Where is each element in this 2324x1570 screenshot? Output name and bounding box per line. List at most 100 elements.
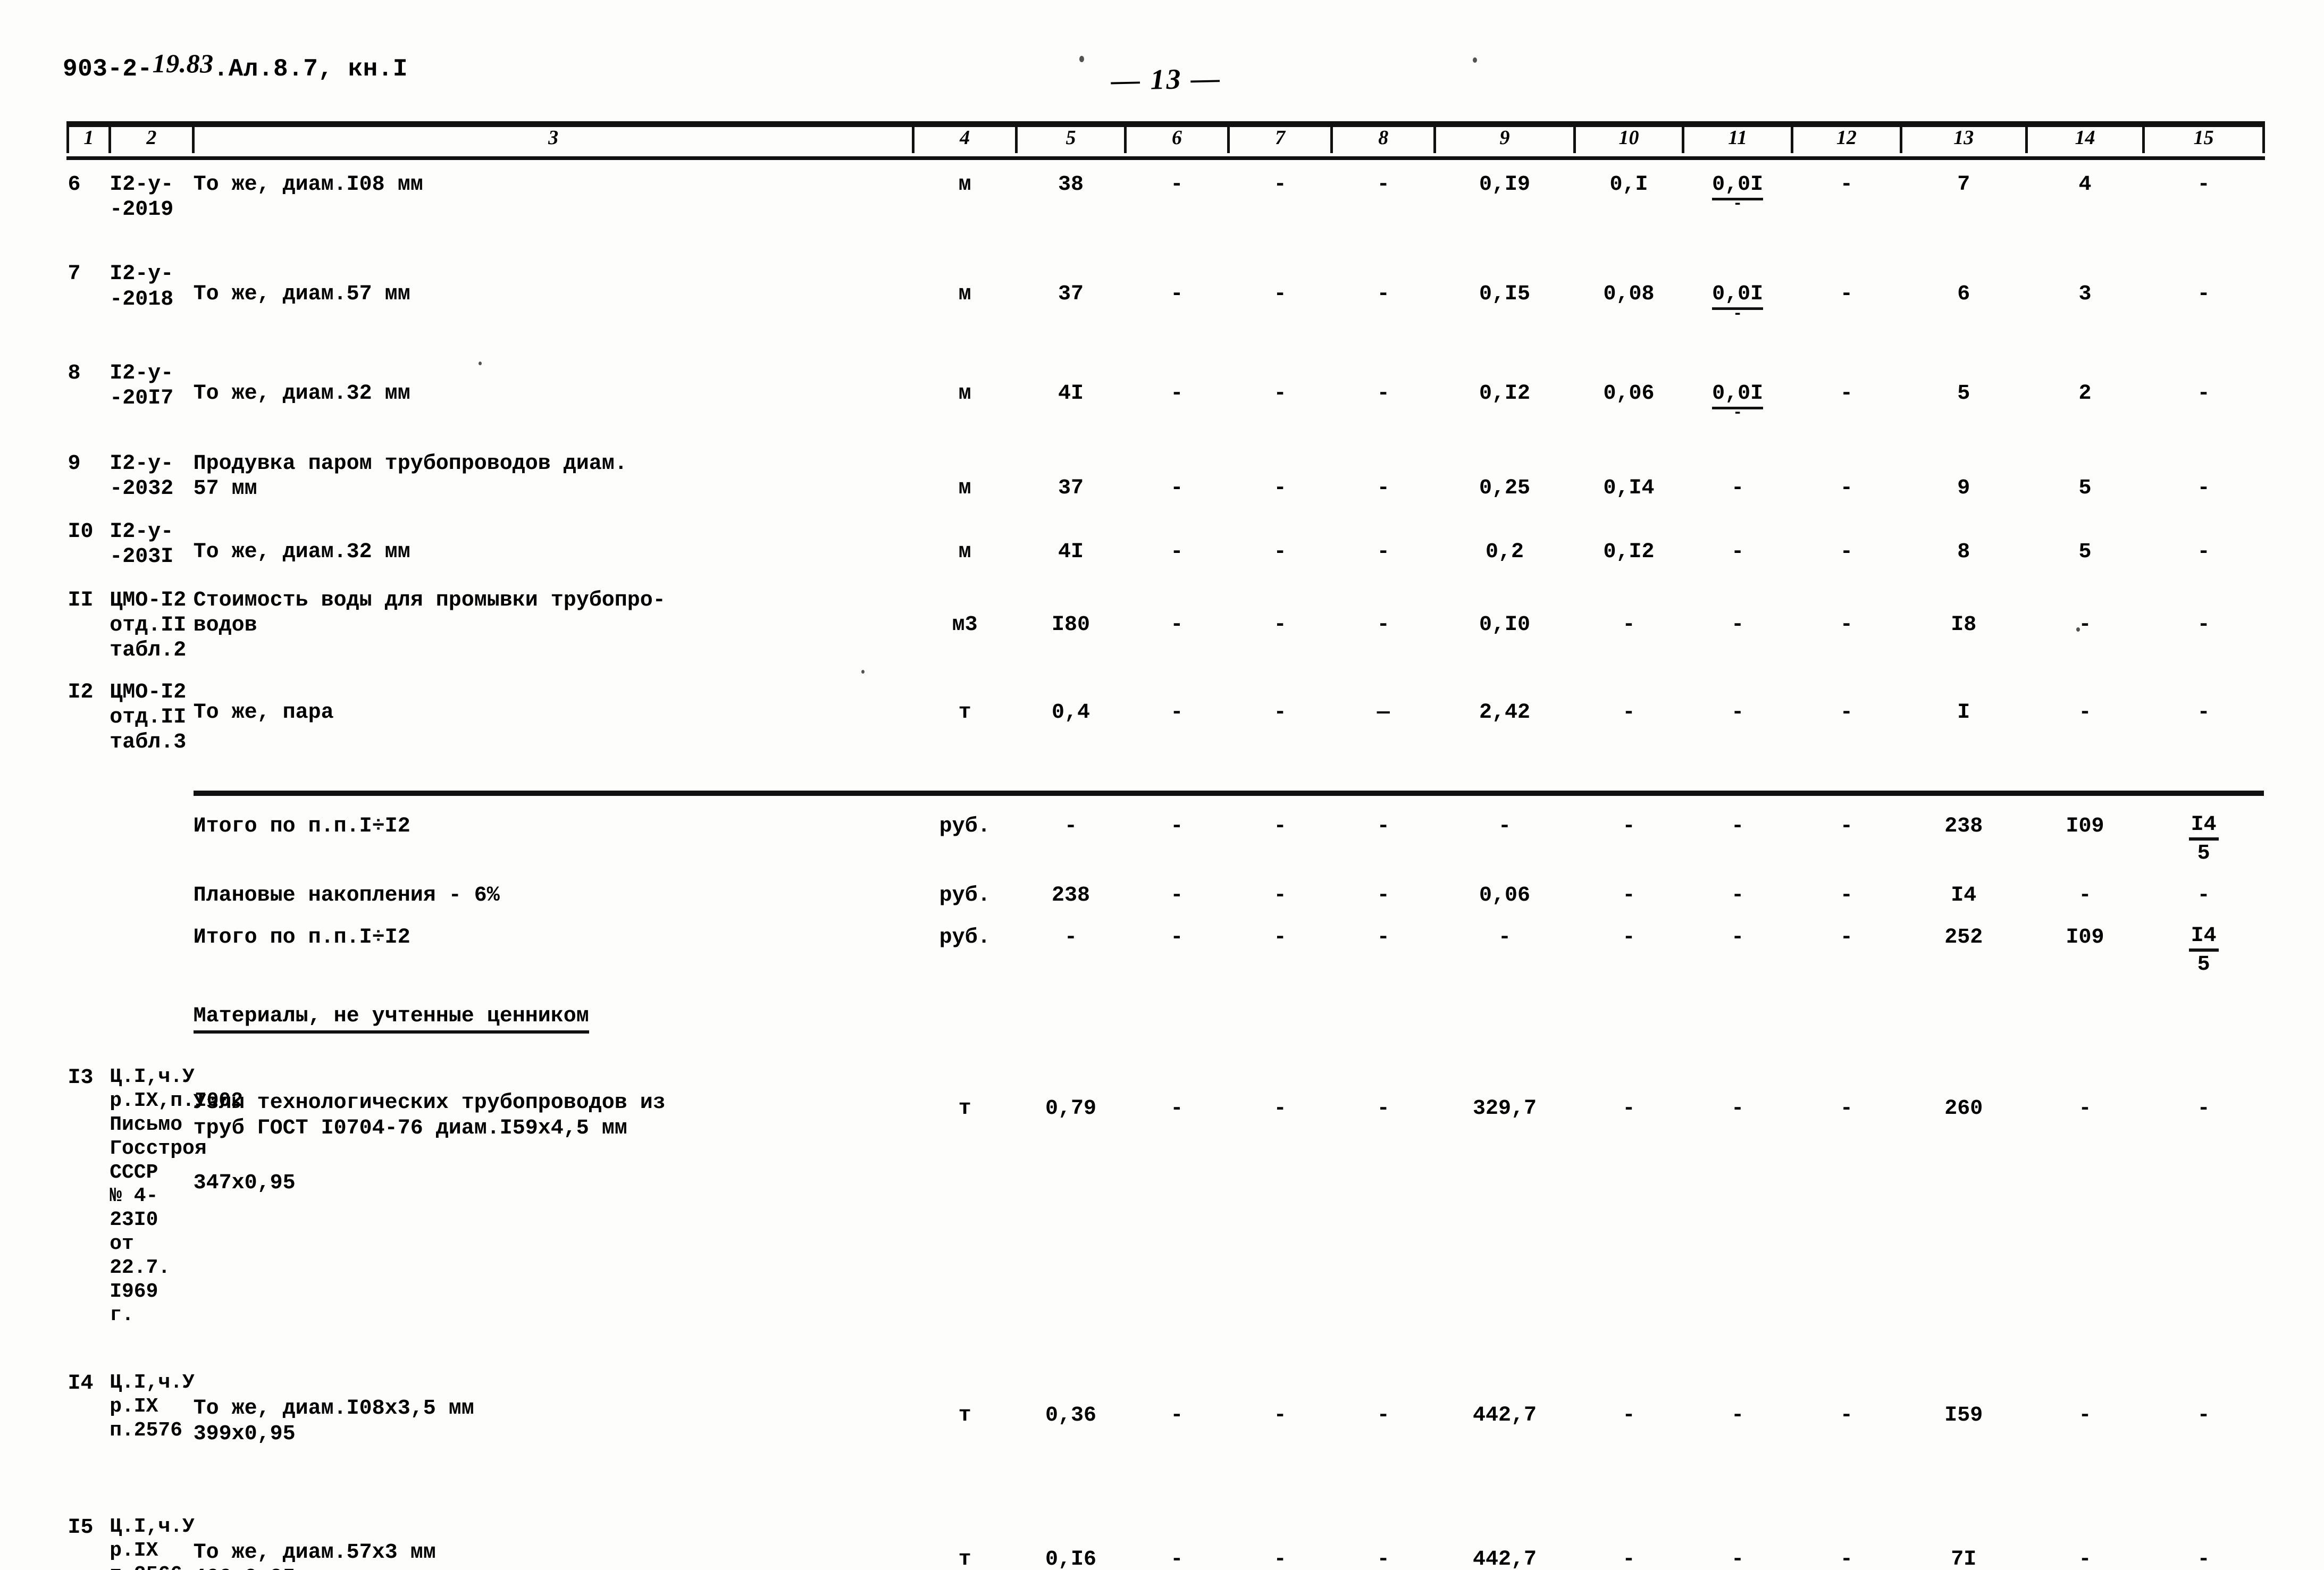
row-c5: 0,36 (1045, 1404, 1097, 1428)
row-unit: м3 (952, 612, 978, 637)
row-c14: - (2078, 612, 2092, 637)
summary-name: Плановые накопления - 6% (193, 883, 500, 908)
row-c11: - (1731, 540, 1744, 565)
row-c13: 7 (1957, 173, 1970, 197)
row-name: То же, диам.32 мм (193, 540, 410, 565)
row-c12: - (1840, 701, 1853, 725)
row-name: То же, диам.57х3 мм 466х0,95 (194, 1475, 913, 1570)
section-heading-row: Материалы, не учтенные ценником (68, 980, 2264, 1034)
row-c10: - (1622, 1404, 1635, 1428)
summary-c13: I4 (1951, 883, 1977, 908)
spacer-row (68, 225, 2264, 258)
table-row: 7 I2-у- -2018 То же, диам.57 мм м 37 - -… (68, 258, 2264, 324)
row-c11: 0,0I - (1683, 169, 1792, 225)
summary-name: Итого по п.п.I÷I2 (193, 814, 410, 838)
table-row: I2 ЦМО-I2 отд.II табл.3 То же, пара т 0,… (68, 677, 2264, 759)
page-number: — 13 — (1111, 62, 1222, 97)
row-c6: - (1170, 282, 1184, 307)
row-c9: 0,I0 (1479, 612, 1531, 637)
document-code-handwritten: 19.83 (152, 48, 214, 78)
colnum-7: 7 (1227, 122, 1333, 153)
row-c7: - (1273, 612, 1287, 637)
summary-c15-denominator: 5 (2197, 841, 2210, 866)
colnum-6: 6 (1123, 122, 1230, 153)
row-c11: - (1731, 1548, 1744, 1570)
colnum-12: 12 (1791, 122, 1902, 153)
row-c6: - (1170, 476, 1184, 500)
table-row: I3 Ц.I,ч.У р.IХ,п.I002 Письмо Госстроя С… (68, 1034, 2264, 1331)
row-c11: 0,0I - (1683, 258, 1792, 324)
scan-speck (1079, 56, 1084, 62)
row-c15: - (2197, 612, 2210, 637)
row-c13: I59 (1944, 1404, 1983, 1428)
row-c6: - (1170, 173, 1184, 197)
colnum-11: 11 (1682, 122, 1794, 153)
row-name: То же, пара (193, 701, 334, 725)
row-c6: - (1170, 540, 1184, 565)
row-name: То же, диам.32 мм (193, 381, 410, 406)
row-name-main: То же, диам.I08х3,5 мм (193, 1397, 474, 1421)
row-name: Стоимость воды для промывки трубопро- во… (193, 588, 666, 637)
row-c6: - (1170, 381, 1184, 406)
spacer-row (68, 153, 2264, 169)
summary-c5: - (1064, 814, 1078, 838)
row-c9: 0,I9 (1479, 173, 1531, 197)
summary-c8: - (1377, 926, 1390, 950)
row-c13: 260 (1944, 1097, 1983, 1121)
row-c6: - (1170, 1404, 1184, 1428)
row-c11-sub: - (1733, 305, 1743, 323)
row-name-main: Узлы технологических трубопроводов из тр… (193, 1091, 666, 1140)
summary-c14: I09 (2066, 926, 2104, 950)
row-c7: - (1273, 381, 1287, 406)
row-c8: - (1377, 476, 1390, 500)
row-c7: - (1273, 1404, 1287, 1428)
colnum-14: 14 (2025, 122, 2145, 153)
summary-c14: - (2078, 883, 2092, 908)
row-c14: 5 (2078, 540, 2092, 565)
row-c14: - (2078, 1548, 2092, 1570)
summary-c7: - (1273, 926, 1287, 950)
colnum-8: 8 (1330, 122, 1437, 153)
row-c5: 0,4 (1052, 701, 1090, 725)
row-number: I2 (68, 681, 94, 705)
row-c10: - (1622, 1097, 1635, 1121)
row-code: I2-у- -2032 (110, 451, 174, 501)
row-unit: м (958, 282, 971, 307)
row-c5: 0,79 (1045, 1097, 1097, 1121)
colnum-1: 1 (66, 122, 111, 153)
table-row: I5 Ц.I,ч.У р.IХ п.2566 То же, диам.57х3 … (68, 1475, 2264, 1570)
row-c15: - (2197, 1097, 2210, 1121)
row-number: I5 (68, 1516, 94, 1540)
row-c15: - (2197, 540, 2210, 565)
row-c7: - (1273, 476, 1287, 500)
table-row: 6 I2-у- -2019 То же, диам.I08 мм м 38 - … (68, 169, 2264, 225)
row-c6: - (1170, 1097, 1184, 1121)
summary-c5: - (1064, 926, 1078, 950)
summary-c15-numerator: I4 (2188, 813, 2219, 841)
row-number: I3 (68, 1066, 94, 1090)
row-c6: - (1170, 701, 1184, 725)
summary-unit: руб. (939, 883, 991, 908)
row-c15: - (2197, 701, 2210, 725)
row-code: I2-у- -20I7 (110, 361, 174, 410)
row-c9: 442,7 (1473, 1548, 1537, 1570)
row-c8: - (1377, 282, 1390, 307)
row-number: 7 (68, 262, 81, 287)
summary-c6: - (1170, 926, 1184, 950)
row-c14: 2 (2078, 381, 2092, 406)
row-c9: 329,7 (1473, 1097, 1537, 1121)
row-c6: - (1170, 1548, 1184, 1570)
table-row: 9 I2-у- -2032 Продувка паром трубопровод… (68, 448, 2264, 505)
row-code: I2-у- -203I (110, 520, 174, 569)
summary-name: Итого по п.п.I÷I2 (193, 926, 410, 950)
row-c5: I80 (1052, 612, 1090, 637)
row-c11: 0,0I - (1683, 358, 1792, 424)
colnum-5: 5 (1015, 122, 1127, 153)
row-c14: 5 (2078, 476, 2092, 500)
row-c8: - (1377, 173, 1390, 197)
row-c15: - (2197, 1548, 2210, 1570)
row-c13: I8 (1951, 612, 1977, 637)
summary-c15: - (2197, 883, 2210, 908)
row-c9: 2,42 (1479, 701, 1531, 725)
scan-speck (1473, 57, 1477, 63)
